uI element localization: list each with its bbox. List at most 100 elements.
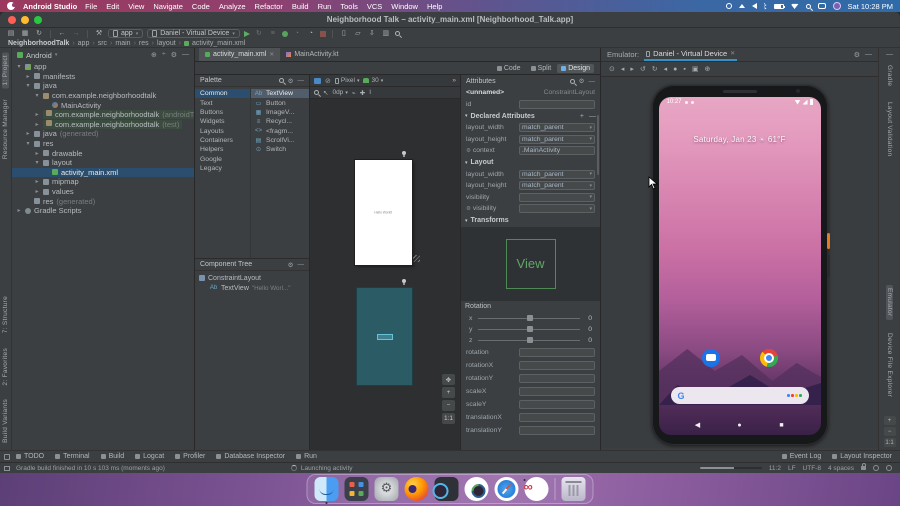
- slider-thumb[interactable]: [527, 326, 533, 332]
- debug-button[interactable]: [282, 31, 288, 37]
- indent-setting[interactable]: 4 spaces: [828, 465, 854, 472]
- dock-media-app-icon[interactable]: [525, 477, 549, 501]
- menu-item-4[interactable]: Code: [192, 2, 210, 11]
- dock-system-preferences-icon[interactable]: [375, 477, 399, 501]
- id-input[interactable]: [519, 100, 595, 109]
- forward-icon[interactable]: →: [71, 29, 81, 39]
- scaley-input[interactable]: [519, 400, 595, 409]
- toolstrip-structure[interactable]: 7: Structure: [2, 293, 9, 336]
- toolwindow-terminal[interactable]: Terminal: [55, 453, 89, 460]
- toolstrip-build-variants[interactable]: Build Variants: [2, 396, 9, 446]
- event-log-button[interactable]: Event Log: [782, 453, 822, 460]
- menu-item-6[interactable]: Refactor: [255, 2, 283, 11]
- palette-category-7[interactable]: Google: [195, 155, 250, 164]
- emulator-tab-daniel[interactable]: Daniel - Virtual Device ✕: [644, 48, 737, 61]
- battery-icon[interactable]: [774, 4, 784, 9]
- record-icon[interactable]: [726, 3, 732, 9]
- layout-height-select[interactable]: match_parent▾: [519, 181, 595, 190]
- dock-firefox-icon[interactable]: [405, 477, 429, 501]
- tree-item-res[interactable]: ▾res: [12, 139, 194, 149]
- blueprint-preview[interactable]: [357, 288, 412, 385]
- screenshot-icon[interactable]: ▣: [692, 65, 699, 73]
- search-everywhere-icon[interactable]: [395, 31, 400, 36]
- palette-category-4[interactable]: Layouts: [195, 127, 250, 136]
- dock-launchpad-icon[interactable]: [345, 477, 369, 501]
- design-preview[interactable]: Hello World!: [355, 160, 412, 265]
- profiler-icon[interactable]: ◔: [306, 29, 316, 39]
- design-surface-icon[interactable]: [314, 78, 321, 84]
- hide-panel-icon[interactable]: —: [182, 51, 189, 59]
- apply-code-changes-icon[interactable]: ≡: [268, 29, 278, 39]
- palette-category-6[interactable]: Helpers: [195, 145, 250, 154]
- palette-item-fragment[interactable]: <><fragm...: [251, 127, 309, 136]
- layout-width-select[interactable]: match_parent▾: [519, 123, 595, 132]
- menu-item-0[interactable]: File: [85, 2, 97, 11]
- tree-item-values[interactable]: ▸values: [12, 187, 194, 197]
- dock-safari-icon[interactable]: [495, 477, 519, 501]
- toolwindow-profiler[interactable]: Profiler: [175, 453, 205, 460]
- notification-icon[interactable]: [873, 465, 879, 471]
- volume-button[interactable]: [827, 255, 830, 277]
- menu-item-1[interactable]: Edit: [106, 2, 119, 11]
- nav-back-button[interactable]: ◀: [693, 421, 703, 429]
- palette-category-8[interactable]: Legacy: [195, 164, 250, 173]
- maximize-window-button[interactable]: [34, 16, 42, 24]
- back-icon[interactable]: ◂: [664, 65, 668, 73]
- menu-item-9[interactable]: Tools: [340, 2, 358, 11]
- gear-icon[interactable]: ⚙: [171, 51, 177, 59]
- palette-item-imageview[interactable]: ▦ImageV...: [251, 108, 309, 117]
- breadcrumb-item[interactable]: layout: [157, 40, 176, 47]
- hide-panel-icon[interactable]: —: [589, 78, 596, 85]
- guidelines-icon[interactable]: ✚: [360, 89, 365, 97]
- remove-attribute-button[interactable]: —: [589, 113, 596, 120]
- tree-item-package-test[interactable]: ▸com.example.neighborhoodtalk(test): [12, 120, 194, 130]
- zoom-fit-button[interactable]: 1:1: [442, 413, 455, 424]
- bluetooth-icon[interactable]: [764, 3, 767, 10]
- rotate-right-icon[interactable]: ↻: [652, 65, 658, 73]
- tree-item-drawable[interactable]: ▸drawable: [12, 148, 194, 158]
- palette-item-scrollview[interactable]: ▤ScrollVi...: [251, 136, 309, 145]
- menu-item-2[interactable]: View: [128, 2, 144, 11]
- breadcrumb-item[interactable]: NeighborhoodTalk: [8, 40, 69, 47]
- slider-track[interactable]: [478, 318, 580, 319]
- pan-icon[interactable]: ↖: [323, 89, 328, 97]
- messages-app-icon[interactable]: [702, 349, 720, 367]
- add-attribute-button[interactable]: +: [580, 113, 584, 120]
- breadcrumb-item[interactable]: src: [98, 40, 107, 47]
- breadcrumb-item[interactable]: app: [78, 40, 90, 47]
- tools-visibility-select[interactable]: ▾: [519, 204, 595, 213]
- readonly-lock-icon[interactable]: [861, 466, 866, 470]
- default-margin-select[interactable]: 0dp▾: [332, 89, 347, 96]
- open-icon[interactable]: ▤: [6, 29, 16, 39]
- rotation-input[interactable]: [519, 348, 595, 357]
- home-icon[interactable]: ●: [673, 66, 677, 73]
- slider-thumb[interactable]: [527, 315, 533, 321]
- hide-panel-icon[interactable]: —: [298, 77, 305, 84]
- palette-item-switch[interactable]: ⊙Switch: [251, 145, 309, 154]
- gear-icon[interactable]: ⚙: [288, 77, 294, 85]
- menu-item-8[interactable]: Run: [318, 2, 332, 11]
- tree-item-mainactivity[interactable]: MainActivity: [12, 100, 194, 110]
- toolwindow-todo[interactable]: TODO: [16, 453, 44, 460]
- orientation-icon[interactable]: ⊘: [325, 77, 331, 85]
- toolstrip-gradle[interactable]: Gradle: [886, 62, 893, 89]
- palette-category-3[interactable]: Widgets: [195, 117, 250, 126]
- back-icon[interactable]: ←: [57, 29, 67, 39]
- coverage-icon[interactable]: ◔: [292, 29, 302, 39]
- layout-height-select[interactable]: match_parent▾: [519, 135, 595, 144]
- palette-item-recyclerview[interactable]: ≡Recycl...: [251, 117, 309, 126]
- status-message[interactable]: Gradle build finished in 10 s 103 ms (mo…: [16, 465, 165, 472]
- gear-icon[interactable]: ⚙: [579, 77, 585, 85]
- zoom-to-fit-icon[interactable]: [314, 90, 319, 95]
- search-icon[interactable]: [570, 79, 575, 84]
- mode-design-button[interactable]: Design: [557, 64, 594, 73]
- status-icon[interactable]: [4, 466, 10, 471]
- mode-split-button[interactable]: Split: [527, 64, 556, 73]
- declared-attributes-section[interactable]: ▾Declared Attributes +—: [461, 110, 600, 122]
- dock-android-studio-icon[interactable]: [465, 477, 489, 501]
- toolwindow-build[interactable]: Build: [101, 453, 125, 460]
- layout-inspector-button[interactable]: Layout Inspector: [832, 453, 892, 460]
- tab-mainactivity-kt[interactable]: MainActivity.kt: [280, 48, 344, 61]
- pan-hand-icon[interactable]: ✥: [442, 374, 455, 385]
- target-device-chip[interactable]: Daniel - Virtual Device ▾: [147, 29, 240, 38]
